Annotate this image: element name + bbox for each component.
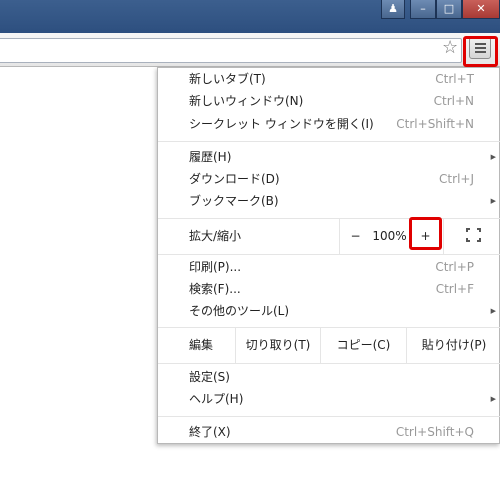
menu-button-highlight [463,36,498,67]
menu-item-shortcut: Ctrl+N [433,94,474,108]
menu-item-label: ダウンロード(D) [189,172,280,186]
submenu-arrow-icon: ▶ [490,307,496,315]
menu-item-find[interactable]: 検索(F)... Ctrl+F [158,278,500,300]
menu-item-more-tools[interactable]: その他のツール(L) ▶ [158,300,500,322]
menu-separator [158,363,500,364]
paste-button[interactable]: 貼り付け(P) [406,327,500,363]
zoom-level: 100% [372,229,407,243]
menu-item-print[interactable]: 印刷(P)... Ctrl+P [158,256,500,278]
fullscreen-button[interactable] [443,218,500,254]
fullscreen-icon [466,228,481,242]
chrome-menu: 新しいタブ(T) Ctrl+T 新しいウィンドウ(N) Ctrl+N シークレッ… [157,67,500,444]
maximize-button[interactable]: □ [436,0,462,19]
zoom-label: 拡大/縮小 [189,229,242,243]
menu-item-label: 設定(S) [189,370,230,384]
zoom-out-button[interactable]: − [339,218,371,254]
edit-label: 編集 [189,338,214,352]
submenu-arrow-icon: ▶ [490,395,496,403]
menu-item-label: 履歴(H) [189,150,232,164]
window-titlebar: ♟ – □ ✕ [0,0,500,33]
menu-separator [158,254,500,255]
menu-item-help[interactable]: ヘルプ(H) ▶ [158,388,500,410]
minimize-button[interactable]: – [410,0,436,19]
close-button[interactable]: ✕ [462,0,500,19]
menu-item-bookmarks[interactable]: ブックマーク(B) ▶ [158,190,500,212]
menu-item-label: 新しいウィンドウ(N) [189,94,304,108]
submenu-arrow-icon: ▶ [490,153,496,161]
menu-item-history[interactable]: 履歴(H) ▶ [158,146,500,168]
star-icon[interactable]: ☆ [442,39,458,57]
menu-item-exit[interactable]: 終了(X) Ctrl+Shift+Q [158,421,500,443]
zoom-in-highlight [409,217,442,250]
menu-item-shortcut: Ctrl+Shift+Q [395,425,474,439]
menu-item-shortcut: Ctrl+F [435,282,474,296]
cut-button[interactable]: 切り取り(T) [235,327,320,363]
submenu-arrow-icon: ▶ [490,197,496,205]
menu-item-shortcut: Ctrl+P [435,260,474,274]
copy-button[interactable]: コピー(C) [320,327,406,363]
browser-toolbar: ☆ [0,33,500,67]
menu-item-new-window[interactable]: 新しいウィンドウ(N) Ctrl+N [158,90,500,112]
menu-item-label: 終了(X) [189,425,231,439]
edit-row: 編集 切り取り(T) コピー(C) 貼り付け(P) [158,327,500,363]
menu-item-label: 検索(F)... [189,282,241,296]
menu-item-shortcut: Ctrl+Shift+N [396,117,474,131]
menu-item-label: その他のツール(L) [189,304,290,318]
menu-item-label: 新しいタブ(T) [189,72,266,86]
menu-item-settings[interactable]: 設定(S) [158,366,500,388]
menu-item-label: 印刷(P)... [189,260,242,274]
user-profile-button[interactable]: ♟ [381,0,405,19]
menu-item-label: ブックマーク(B) [189,194,279,208]
menu-item-incognito-window[interactable]: シークレット ウィンドウを開く(I) Ctrl+Shift+N [158,113,500,135]
menu-separator [158,416,500,417]
menu-item-label: シークレット ウィンドウを開く(I) [189,117,374,131]
zoom-row: 拡大/縮小 − 100% + [158,218,500,254]
menu-item-downloads[interactable]: ダウンロード(D) Ctrl+J [158,168,500,190]
menu-item-shortcut: Ctrl+T [435,72,474,86]
menu-item-label: ヘルプ(H) [189,392,244,406]
address-bar[interactable] [0,38,462,63]
menu-item-new-tab[interactable]: 新しいタブ(T) Ctrl+T [158,68,500,90]
menu-separator [158,141,500,142]
menu-item-shortcut: Ctrl+J [439,172,474,186]
